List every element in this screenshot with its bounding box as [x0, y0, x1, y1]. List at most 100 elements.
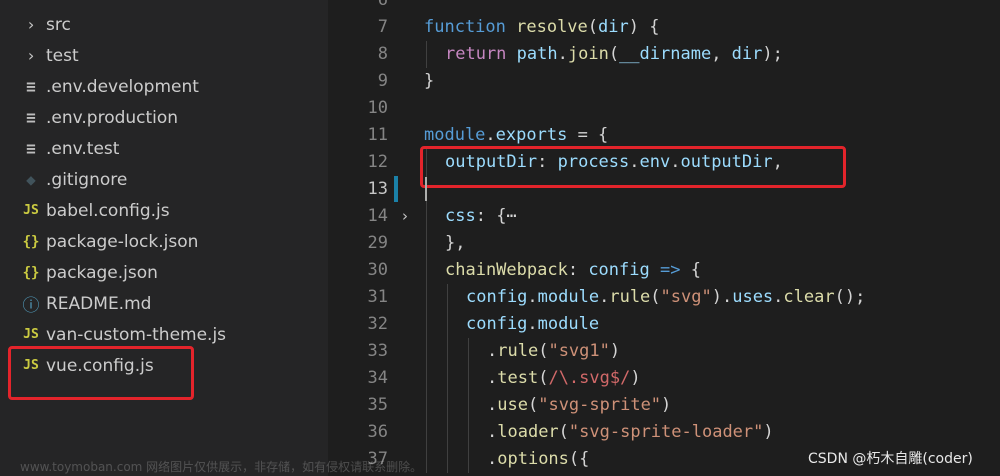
code-token: .	[527, 314, 538, 334]
file-item-readme-md[interactable]: ⓘ README.md	[0, 288, 328, 319]
indent-guide	[426, 338, 427, 365]
code-token: config	[466, 314, 528, 334]
code-token: config	[588, 260, 650, 280]
text-lines-icon: ≡	[26, 139, 36, 158]
code-line[interactable]: 32 config.module	[328, 311, 1000, 338]
code-line[interactable]: 7 function resolve(dir) {	[328, 14, 1000, 41]
line-number: 33	[367, 341, 388, 361]
tree-item-label: src	[46, 14, 71, 35]
json-braces-icon: {}	[22, 264, 40, 281]
file-item-env-development[interactable]: ≡ .env.development	[0, 71, 328, 102]
js-file-icon: JS	[23, 203, 39, 218]
code-editor[interactable]: 6 7 function resolve(dir) {8 return path.jo…	[328, 0, 1000, 476]
code-token: use	[497, 395, 528, 415]
code-token: module	[537, 287, 600, 307]
line-number: 29	[367, 233, 388, 253]
code-token: test	[497, 368, 539, 388]
code-token: "svg-sprite"	[538, 395, 662, 415]
code-token: (	[538, 341, 549, 361]
code-token: function	[424, 17, 517, 37]
code-text: config.module	[466, 311, 599, 338]
line-number: 14	[367, 206, 388, 226]
fold-chevron-icon[interactable]: ›	[402, 203, 408, 230]
code-line[interactable]: 6	[328, 0, 1000, 14]
code-text: .test(/\.svg$/)	[487, 365, 641, 392]
code-token: .	[599, 287, 610, 307]
git-diamond-icon: ◆	[26, 170, 36, 189]
line-number: 30	[367, 260, 388, 280]
code-line[interactable]: 35 .use("svg-sprite")	[328, 392, 1000, 419]
code-text: chainWebpack: config => {	[445, 257, 701, 284]
code-token: );	[762, 44, 783, 64]
code-text: function resolve(dir) {	[424, 14, 659, 41]
line-number: 10	[367, 98, 388, 118]
code-token: "svg"	[660, 287, 712, 307]
file-item-env-production[interactable]: ≡ .env.production	[0, 102, 328, 133]
code-line[interactable]: 30 chainWebpack: config => {	[328, 257, 1000, 284]
code-text: css: {⋯	[445, 203, 517, 230]
tree-item-label: package.json	[46, 262, 158, 283]
code-line[interactable]: 10	[328, 95, 1000, 122]
code-token: )	[763, 422, 774, 442]
tree-item-label: babel.config.js	[46, 200, 170, 221]
code-line[interactable]: 9}	[328, 68, 1000, 95]
code-line[interactable]: 31 config.module.rule("svg").uses.clear()…	[328, 284, 1000, 311]
json-braces-icon: {}	[22, 233, 40, 250]
file-item-package-lock-json[interactable]: {} package-lock.json	[0, 226, 328, 257]
code-token: (	[538, 368, 549, 388]
code-token: .	[487, 395, 498, 415]
code-line[interactable]: 14 › css: {⋯	[328, 203, 1000, 230]
tree-item-label: .env.production	[46, 107, 179, 128]
line-number: 36	[367, 422, 388, 442]
code-line[interactable]: 36 .loader("svg-sprite-loader")	[328, 419, 1000, 446]
code-token: loader	[497, 422, 559, 442]
indent-guide	[447, 392, 448, 419]
code-text: }	[424, 68, 434, 95]
line-number: 32	[367, 314, 388, 334]
indent-guide	[468, 446, 469, 473]
tree-item-label: van-custom-theme.js	[46, 324, 227, 345]
indent-guide	[447, 311, 448, 338]
code-line[interactable]: 29},	[328, 230, 1000, 257]
code-token: .	[485, 125, 496, 145]
file-item-gitignore[interactable]: ◆ .gitignore	[0, 164, 328, 195]
code-line[interactable]: 11 module.exports = {	[328, 122, 1000, 149]
code-token: :	[567, 260, 589, 280]
code-token: .	[557, 44, 568, 64]
code-token: module	[537, 314, 600, 334]
folder-item-test[interactable]: › test	[0, 40, 328, 71]
code-line[interactable]: 33 .rule("svg1")	[328, 338, 1000, 365]
indent-guide	[468, 338, 469, 365]
code-token: ();	[834, 287, 866, 307]
indent-guide	[468, 365, 469, 392]
code-token: }	[424, 71, 435, 91]
text-lines-icon: ≡	[26, 77, 36, 96]
code-token: options	[497, 449, 569, 469]
line-number: 8	[377, 44, 388, 64]
file-item-env-test[interactable]: ≡ .env.test	[0, 133, 328, 164]
code-token: __dirname	[619, 44, 712, 64]
file-item-babel-config-js[interactable]: JS babel.config.js	[0, 195, 328, 226]
code-token: "svg1"	[548, 341, 610, 361]
chevron-right-icon: ›	[26, 46, 36, 65]
indent-guide	[468, 419, 469, 446]
text-lines-icon: ≡	[26, 108, 36, 127]
line-number: 6	[377, 0, 388, 10]
code-line[interactable]: 34 .test(/\.svg$/)	[328, 365, 1000, 392]
code-text: .rule("svg1")	[487, 338, 620, 365]
code-line[interactable]: 8 return path.join(__dirname, dir);	[328, 41, 1000, 68]
info-circle-icon: ⓘ	[22, 296, 40, 316]
code-token: exports	[495, 125, 568, 145]
code-token: rule	[609, 287, 651, 307]
indent-guide	[426, 311, 427, 338]
folder-item-src[interactable]: › src	[0, 9, 328, 40]
code-token: chainWebpack	[445, 260, 568, 280]
tree-item-label: .env.development	[46, 76, 199, 97]
code-text: .options({	[487, 446, 589, 473]
indent-guide	[426, 284, 427, 311]
line-number: 9	[377, 71, 388, 91]
code-token: module	[424, 125, 486, 145]
indent-guide	[447, 338, 448, 365]
file-item-package-json[interactable]: {} package.json	[0, 257, 328, 288]
code-token: css	[445, 206, 476, 226]
